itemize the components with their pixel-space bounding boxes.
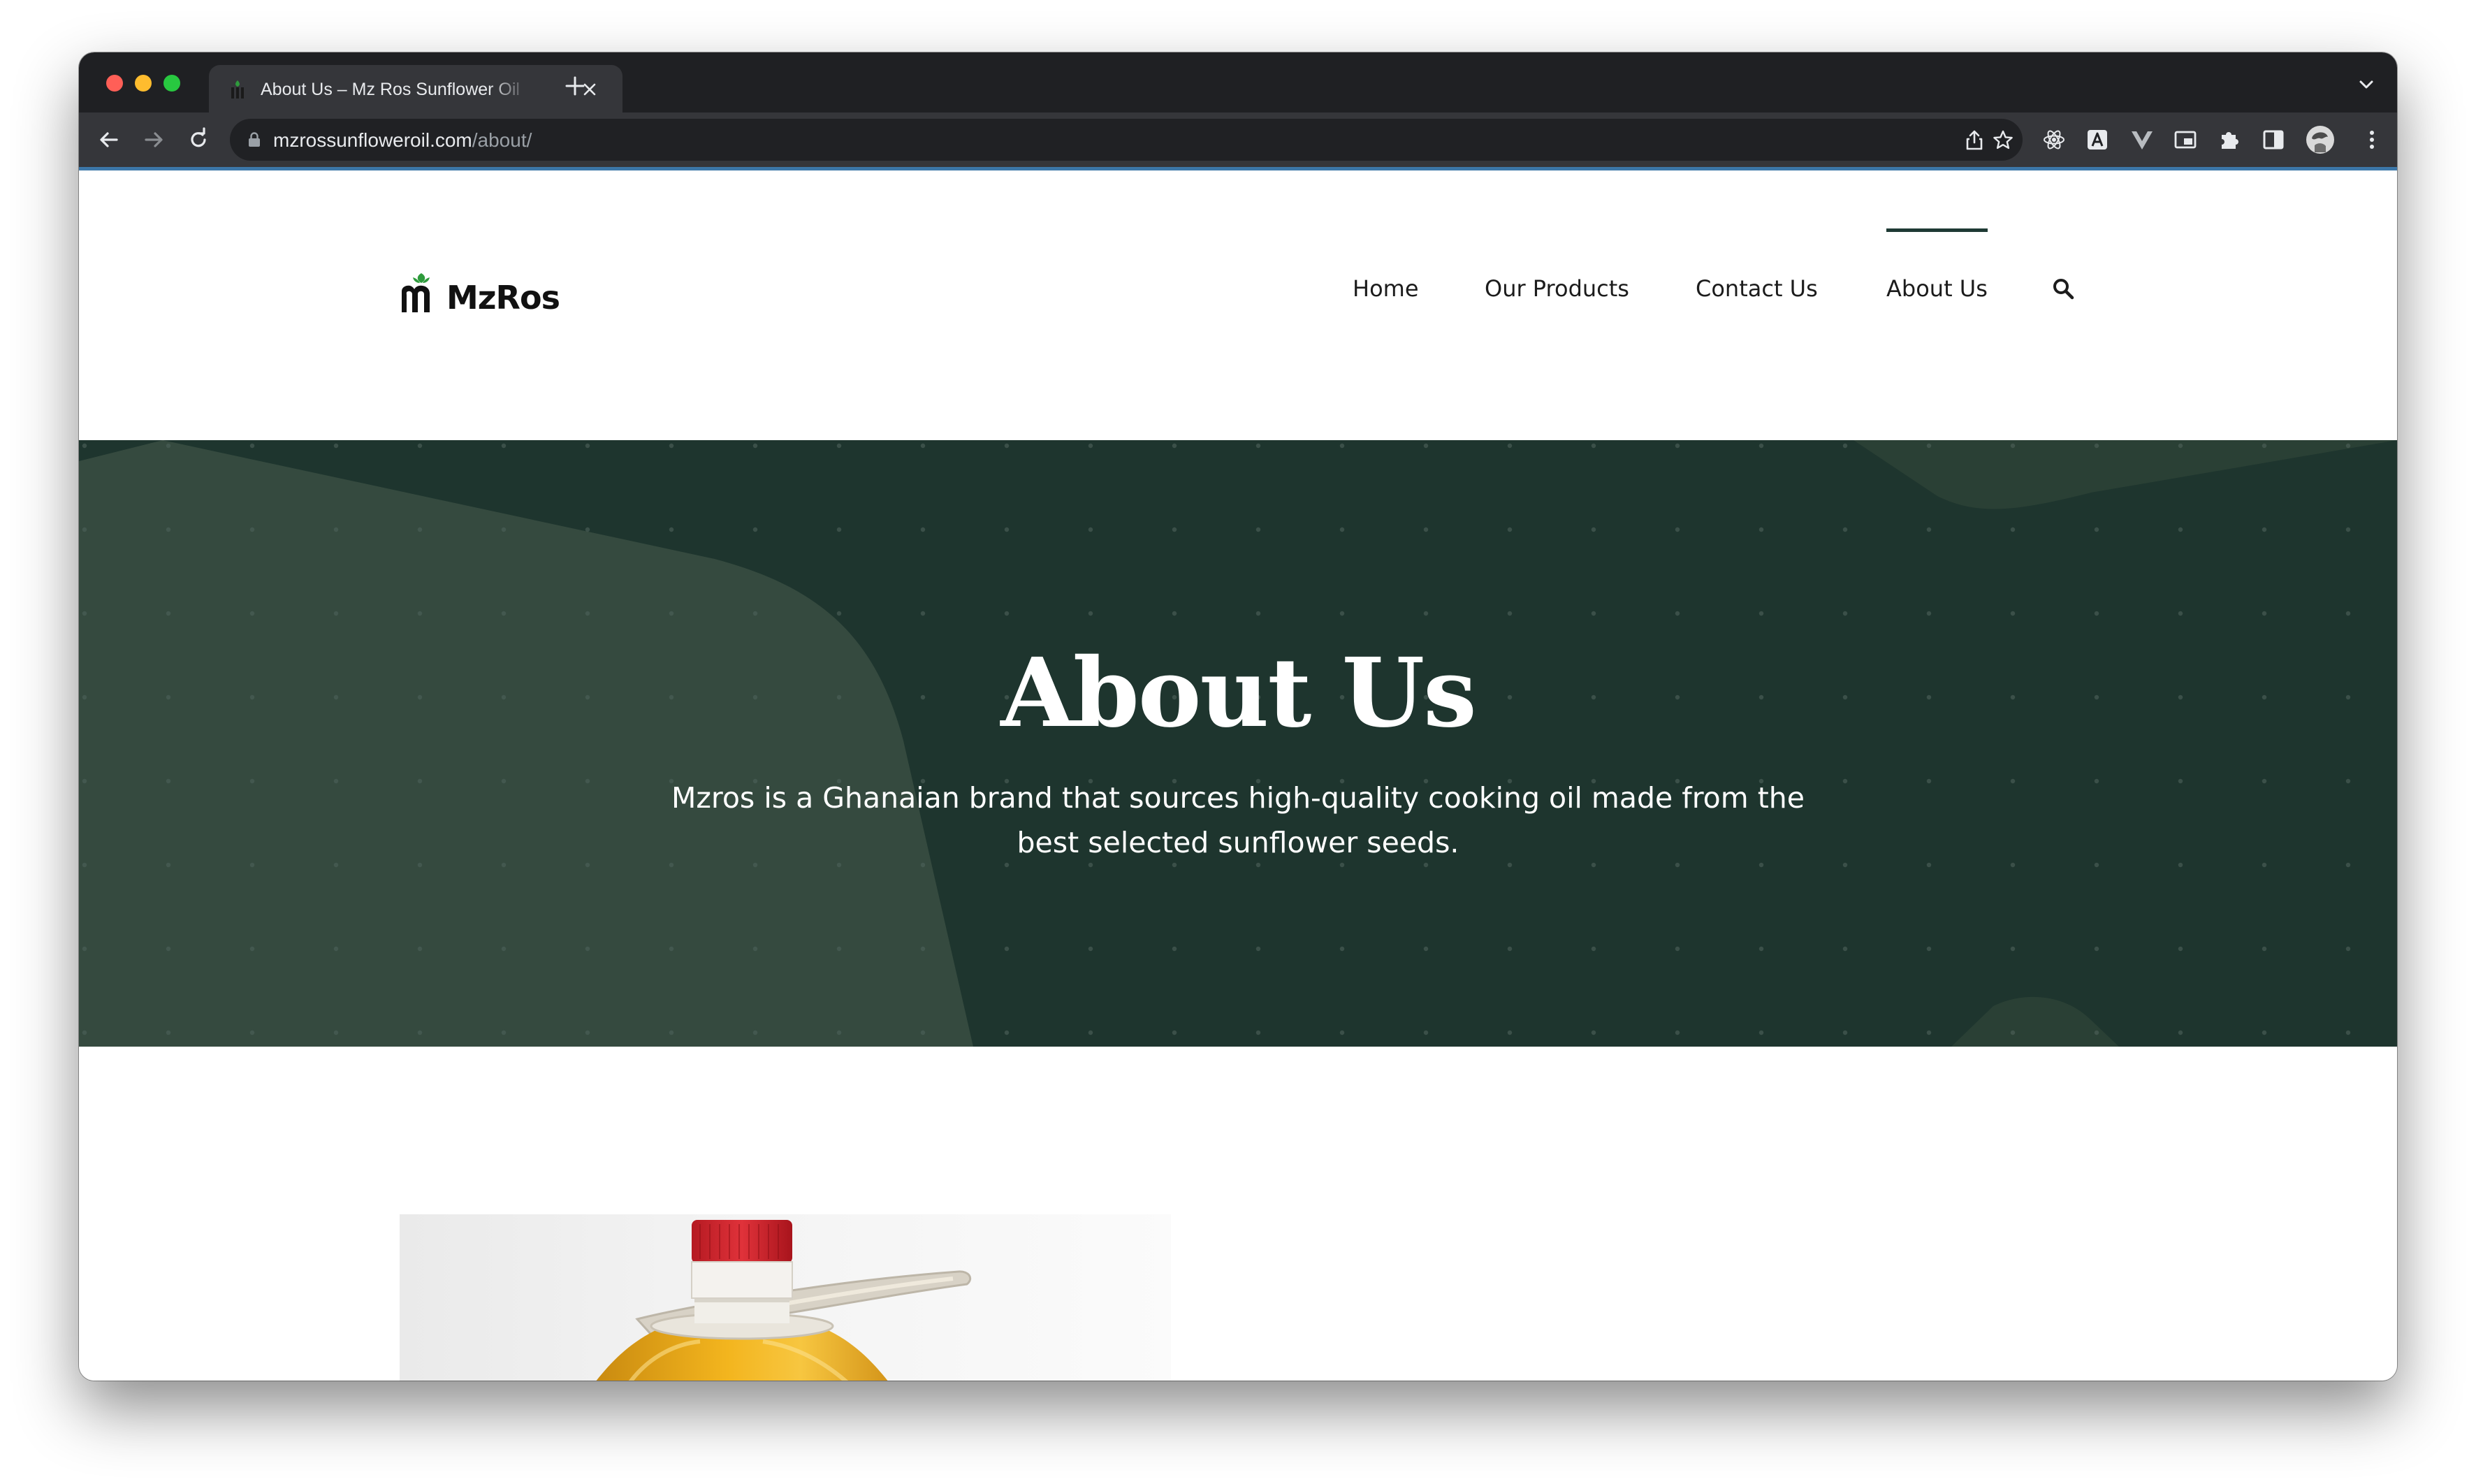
hero-description: Mzros is a Ghanaian brand that sources h… [671,781,1805,859]
about-content-section [79,1047,2397,1381]
profile-avatar-icon[interactable] [2305,124,2336,155]
oil-bottle-illustration [596,1220,972,1381]
close-window-button[interactable] [106,75,123,92]
nav-item-about-us[interactable]: About Us [1886,275,1988,302]
back-arrow-icon[interactable] [96,126,122,153]
minimize-window-button[interactable] [135,75,152,92]
chevron-down-icon[interactable] [2357,76,2376,93]
maximize-window-button[interactable] [163,75,180,92]
reload-icon[interactable] [185,126,212,153]
nav-item-home[interactable]: Home [1353,275,1419,302]
nav-item-our-products[interactable]: Our Products [1485,275,1629,302]
side-panel-icon[interactable] [2260,126,2287,153]
tab-bar: About Us – Mz Ros Sunflower Oil [79,52,2397,112]
search-icon[interactable] [2052,277,2074,300]
logo-mark-icon [402,273,430,312]
new-tab-icon[interactable] [564,75,586,97]
hero-section: About Us Mzros is a Ghanaian brand that … [79,440,2397,1047]
logo-text: MzRos [446,279,560,317]
site-favicon-icon [231,80,244,99]
address-bar[interactable]: mzrossunfloweroil.com/about/ [230,119,2023,161]
browser-window: About Us – Mz Ros Sunflower Oil mzrossun… [79,52,2397,1381]
sunflower-oil-bottle-image [400,1214,1171,1381]
more-vertical-icon[interactable] [2359,126,2385,153]
nav-item-contact-us[interactable]: Contact Us [1696,275,1818,302]
bookmark-star-icon[interactable] [1991,129,2015,152]
forward-arrow-icon[interactable] [140,126,167,153]
url-text[interactable]: mzrossunfloweroil.com/about/ [273,129,532,152]
site-header: MzRos Home Our Products Contact Us About… [79,170,2397,440]
font-extension-icon[interactable] [2084,126,2111,153]
tab-title: About Us – Mz Ros Sunflower Oil [261,80,520,99]
browser-toolbar: mzrossunfloweroil.com/about/ [79,112,2397,167]
extensions-puzzle-icon[interactable] [2216,126,2243,153]
lock-icon[interactable] [248,132,261,147]
active-tab[interactable]: About Us – Mz Ros Sunflower Oil [209,65,622,112]
react-devtools-extension-icon[interactable] [2041,126,2067,153]
hero-title: About Us [1000,637,1477,749]
nav-active-indicator [1886,228,1988,232]
picture-in-picture-icon[interactable] [2172,126,2199,153]
vue-devtools-extension-icon[interactable] [2129,126,2155,153]
share-icon[interactable] [1962,129,1986,152]
